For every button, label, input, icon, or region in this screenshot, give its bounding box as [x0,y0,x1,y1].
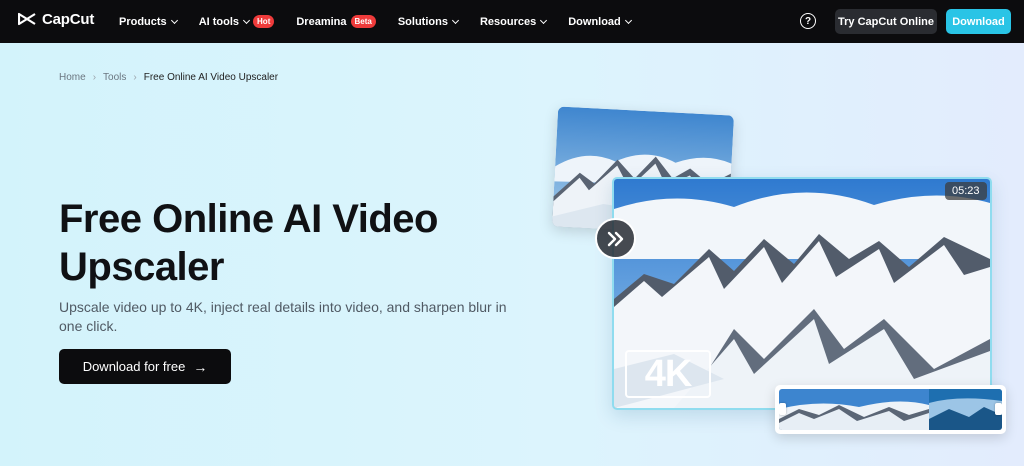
hot-badge: Hot [253,15,275,28]
4k-quality-badge: 4K [625,350,711,398]
nav-item-label: Download [568,15,621,28]
nav-item-download[interactable]: Download [568,15,632,28]
nav-item-products[interactable]: Products [119,15,178,28]
breadcrumb-current: Free Online AI Video Upscaler [143,72,279,83]
double-chevron-right-icon[interactable] [595,218,636,259]
cta-label: Download for free [82,359,186,374]
download-button[interactable]: Download [946,9,1011,34]
breadcrumb-home[interactable]: Home [59,72,86,83]
try-capcut-online-button[interactable]: Try CapCut Online [835,9,937,34]
brand-name: CapCut [42,11,95,28]
page-title: Free Online AI Video Upscaler [59,197,438,289]
chevron-down-icon [242,16,251,24]
nav-item-resources[interactable]: Resources [479,15,548,28]
timeline-handle-left[interactable] [779,403,786,415]
nav-item-dreamina[interactable]: Dreamina Beta [296,15,376,28]
nav-item-label: Solutions [397,15,448,28]
breadcrumb-tools[interactable]: Tools [103,72,126,83]
page-subtitle: Upscale video up to 4K, inject real deta… [59,299,507,334]
nav-menu: Products AI tools Hot Dreamina Beta Solu… [119,0,653,43]
video-duration: 05:23 [945,182,987,200]
chevron-down-icon [540,16,548,24]
nav-item-label: Products [119,15,167,28]
chevron-down-icon [451,16,459,24]
capcut-logo-icon [18,12,36,25]
chevron-down-icon [624,16,632,24]
nav-item-ai-tools[interactable]: AI tools Hot [199,15,275,28]
video-timeline-strip[interactable] [775,385,1006,434]
nav-item-label: AI tools [198,15,240,28]
download-for-free-button[interactable]: Download for free → [59,349,231,384]
top-navbar: CapCut Products AI tools Hot Dreamina Be… [0,0,1024,43]
chevron-down-icon [170,16,178,24]
nav-item-label: Dreamina [296,15,347,28]
chevron-right-icon: › [92,72,97,83]
timeline-handle-right[interactable] [995,403,1002,415]
nav-item-label: Resources [479,15,537,28]
chevron-right-icon: › [133,72,137,83]
breadcrumb: Home › Tools › Free Online AI Video Upsc… [59,72,278,83]
capcut-logo[interactable]: CapCut [18,11,94,28]
beta-badge: Beta [350,15,376,28]
question-circle-icon[interactable]: ? [800,13,816,29]
nav-item-solutions[interactable]: Solutions [397,15,459,28]
arrow-right-icon: → [193,358,208,375]
